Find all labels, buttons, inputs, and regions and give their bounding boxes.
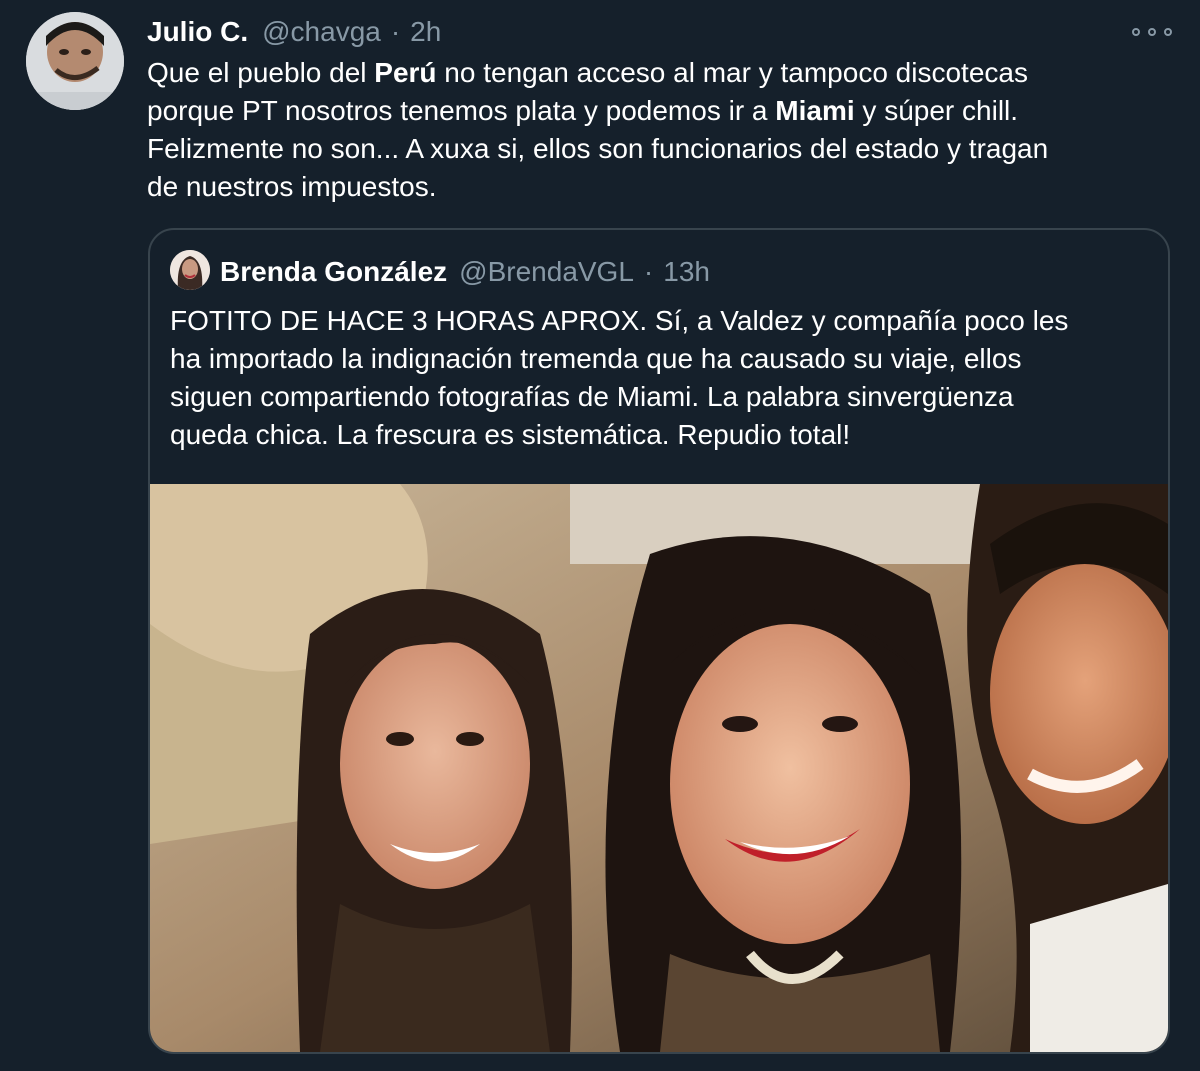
quoted-display-name[interactable]: Brenda González [220,256,447,288]
selfie-photo[interactable] [150,484,1168,1052]
tweet-text-line: Que el pueblo del Perú no tengan acceso … [147,57,1028,88]
user-handle[interactable]: @chavga [262,16,381,48]
mention-peru: Perú [374,57,437,88]
tweet-header: Julio C. @chavga · 2h [147,14,441,50]
quoted-user-handle[interactable]: @BrendaVGL [459,256,634,288]
more-options-icon[interactable] [1132,22,1172,42]
tweet-timestamp[interactable]: 2h [410,16,441,48]
tweet[interactable]: Julio C. @chavga · 2h Que el pueblo del … [0,0,1200,1071]
quoted-tweet-timestamp[interactable]: 13h [663,256,710,288]
quoted-text-line: siguen compartiendo fotografías de Miami… [170,381,1014,412]
quoted-text-line: queda chica. La frescura es sistemática.… [170,419,851,450]
quoted-tweet-header: Brenda González @BrendaVGL · 13h [220,254,710,290]
quoted-text-line: FOTITO DE HACE 3 HORAS APROX. Sí, a Vald… [170,305,1069,336]
tweet-text-line: de nuestros impuestos. [147,171,437,202]
separator-dot: · [390,16,401,47]
quoted-text-line: ha importado la indignación tremenda que… [170,343,1022,374]
separator-dot: · [643,256,654,287]
quoted-tweet[interactable]: Brenda González @BrendaVGL · 13h FOTITO … [148,228,1170,1054]
tweet-text: Que el pueblo del Perú no tengan acceso … [147,54,1167,206]
tweet-text-line: porque PT nosotros tenemos plata y podem… [147,95,1019,126]
mention-miami: Miami [775,95,855,126]
tweet-text-line: Felizmente no son... A xuxa si, ellos so… [147,133,1049,164]
display-name[interactable]: Julio C. [147,16,248,48]
user-avatar[interactable] [26,12,124,110]
quoted-user-avatar[interactable] [170,250,210,290]
quoted-tweet-text: FOTITO DE HACE 3 HORAS APROX. Sí, a Vald… [170,302,1150,454]
